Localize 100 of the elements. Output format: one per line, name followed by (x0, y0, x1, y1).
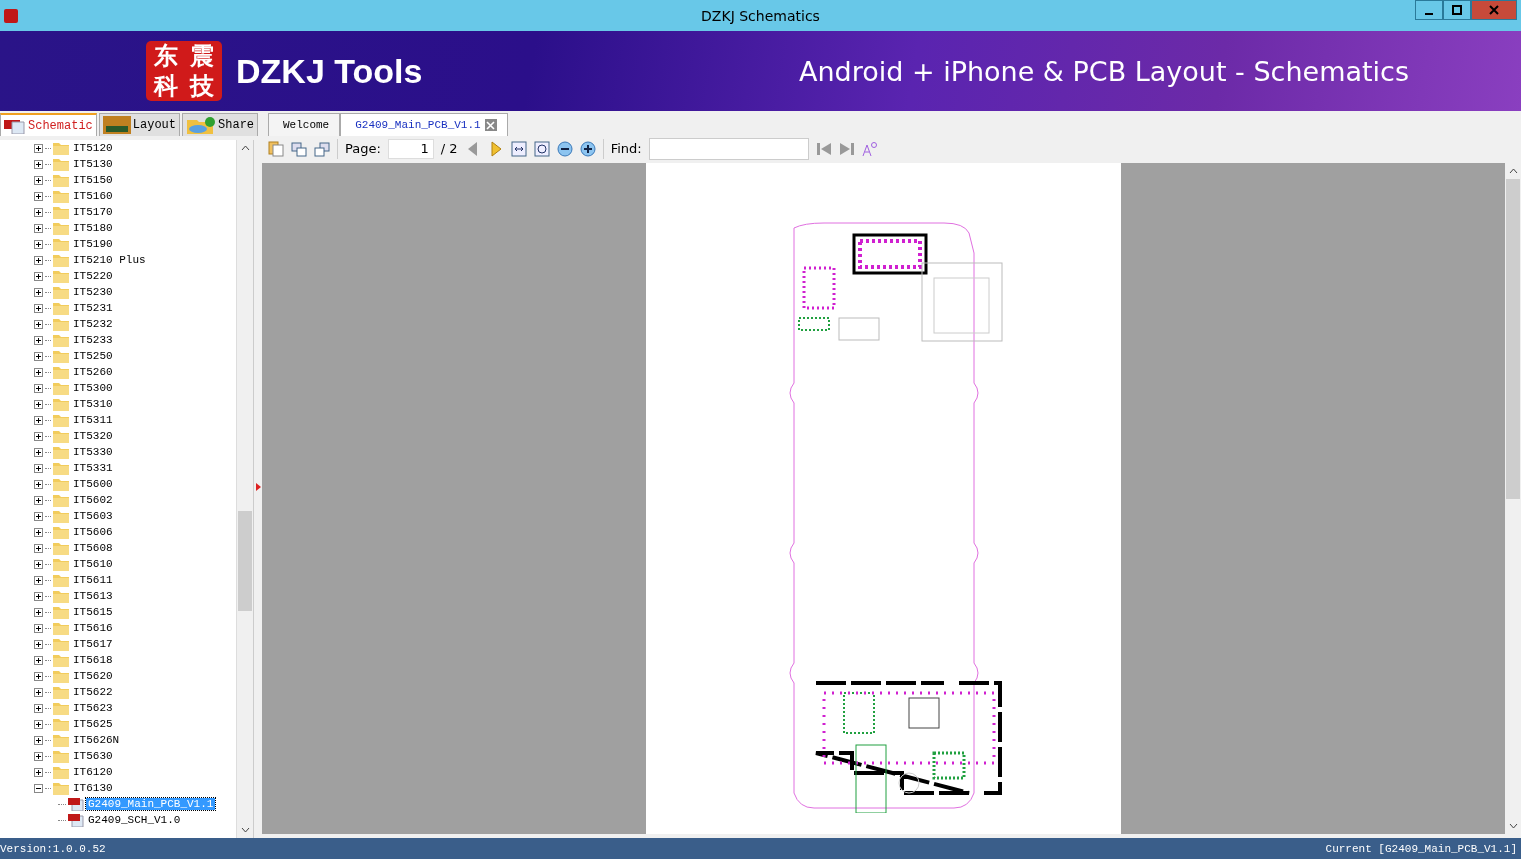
tree-item[interactable]: IT5150 (71, 174, 115, 186)
expand-icon[interactable] (34, 319, 43, 329)
rotate-page-icon[interactable] (314, 140, 330, 157)
font-size-icon[interactable] (861, 140, 878, 157)
page-field[interactable]: 1 (387, 138, 434, 159)
tree-item[interactable]: IT5231 (71, 302, 115, 314)
tree-item[interactable]: IT5623 (71, 702, 115, 714)
collapse-icon[interactable] (34, 783, 43, 793)
tree-item[interactable]: IT5190 (71, 238, 115, 250)
tab[interactable]: Share (182, 113, 259, 136)
expand-icon[interactable] (34, 607, 43, 617)
tree-item[interactable]: IT6130 (71, 782, 115, 794)
tree-item[interactable]: IT5170 (71, 206, 115, 218)
tree-item[interactable]: IT5210 Plus (71, 254, 148, 266)
expand-icon[interactable] (34, 399, 43, 409)
scroll-thumb[interactable] (238, 511, 252, 611)
tree-item[interactable]: IT5220 (71, 270, 115, 282)
tree-item[interactable]: IT5233 (71, 334, 115, 346)
expand-icon[interactable] (34, 447, 43, 457)
expand-icon[interactable] (34, 431, 43, 441)
tree-item[interactable]: G2409_SCH_V1.0 (86, 814, 183, 826)
tree-item[interactable]: IT5260 (71, 366, 115, 378)
chevron-up-icon[interactable] (1508, 168, 1518, 174)
tree-item[interactable]: IT5310 (71, 398, 115, 410)
zoom-out-icon[interactable] (556, 140, 573, 157)
expand-icon[interactable] (34, 223, 43, 233)
expand-icon[interactable] (34, 351, 43, 361)
document-tab[interactable]: G2409_Main_PCB_V1.1 (340, 113, 508, 136)
expand-icon[interactable] (34, 479, 43, 489)
expand-icon[interactable] (34, 623, 43, 633)
tree-item[interactable]: IT5608 (71, 542, 115, 554)
expand-icon[interactable] (34, 767, 43, 777)
tree-item[interactable]: IT5600 (71, 478, 115, 490)
copy-page-icon[interactable] (268, 140, 284, 157)
tree-item[interactable]: IT5616 (71, 622, 115, 634)
expand-icon[interactable] (34, 639, 43, 649)
tab[interactable]: Layout (98, 113, 181, 136)
chevron-down-icon[interactable] (1508, 823, 1518, 829)
expand-icon[interactable] (34, 543, 43, 553)
expand-icon[interactable] (34, 271, 43, 281)
expand-icon[interactable] (34, 559, 43, 569)
expand-icon[interactable] (34, 655, 43, 665)
tree-item[interactable]: IT5311 (71, 414, 115, 426)
expand-icon[interactable] (34, 751, 43, 761)
expand-icon[interactable] (34, 719, 43, 729)
collapse-arrow-icon[interactable] (255, 482, 261, 492)
chevron-up-icon[interactable] (240, 145, 250, 151)
tree-item[interactable]: IT5331 (71, 462, 115, 474)
tree-item[interactable]: IT5626N (71, 734, 122, 746)
tree-item[interactable]: IT5300 (71, 382, 115, 394)
tree-item[interactable]: IT5602 (71, 494, 115, 506)
close-icon[interactable] (484, 119, 497, 131)
expand-icon[interactable] (34, 143, 43, 153)
tree-item[interactable]: IT5606 (71, 526, 115, 538)
expand-icon[interactable] (34, 239, 43, 249)
document-tab[interactable]: Welcome (268, 113, 341, 136)
minimize-button[interactable] (1415, 0, 1443, 20)
expand-icon[interactable] (34, 367, 43, 377)
tree-item[interactable]: IT5330 (71, 446, 115, 458)
expand-icon[interactable] (34, 671, 43, 681)
tree-item[interactable]: IT5613 (71, 590, 115, 602)
tree-item[interactable]: IT5615 (71, 606, 115, 618)
expand-icon[interactable] (34, 687, 43, 697)
expand-icon[interactable] (34, 159, 43, 169)
tree-item[interactable]: IT5180 (71, 222, 115, 234)
tree-item[interactable]: IT5611 (71, 574, 115, 586)
expand-icon[interactable] (34, 735, 43, 745)
scrollbar[interactable] (236, 140, 253, 838)
tree-item[interactable]: IT5617 (71, 638, 115, 650)
tree-item[interactable]: IT5622 (71, 686, 115, 698)
tree-item[interactable]: IT5130 (71, 158, 115, 170)
expand-icon[interactable] (34, 495, 43, 505)
expand-icon[interactable] (34, 383, 43, 393)
fit-width-icon[interactable] (510, 140, 527, 157)
tree-item[interactable]: IT5625 (71, 718, 115, 730)
expand-icon[interactable] (34, 335, 43, 345)
expand-icon[interactable] (34, 255, 43, 265)
expand-icon[interactable] (34, 511, 43, 521)
scroll-thumb[interactable] (1506, 179, 1520, 499)
tree-item[interactable]: IT5610 (71, 558, 115, 570)
tree-item[interactable]: IT5620 (71, 670, 115, 682)
expand-icon[interactable] (34, 207, 43, 217)
expand-icon[interactable] (34, 175, 43, 185)
tree-item[interactable]: IT5230 (71, 286, 115, 298)
rotate-page-icon[interactable] (291, 140, 307, 157)
expand-icon[interactable] (34, 287, 43, 297)
expand-icon[interactable] (34, 527, 43, 537)
expand-icon[interactable] (34, 463, 43, 473)
tree-item[interactable]: IT5250 (71, 350, 115, 362)
expand-icon[interactable] (34, 703, 43, 713)
expand-icon[interactable] (34, 191, 43, 201)
fit-page-icon[interactable] (533, 140, 550, 157)
tree-item[interactable]: IT5618 (71, 654, 115, 666)
find-field[interactable] (648, 137, 809, 160)
tree-item[interactable]: IT5630 (71, 750, 115, 762)
tree-item[interactable]: IT6120 (71, 766, 115, 778)
tree-item[interactable]: IT5120 (71, 142, 115, 154)
expand-icon[interactable] (34, 415, 43, 425)
tree-item[interactable]: IT5320 (71, 430, 115, 442)
expand-icon[interactable] (34, 591, 43, 601)
